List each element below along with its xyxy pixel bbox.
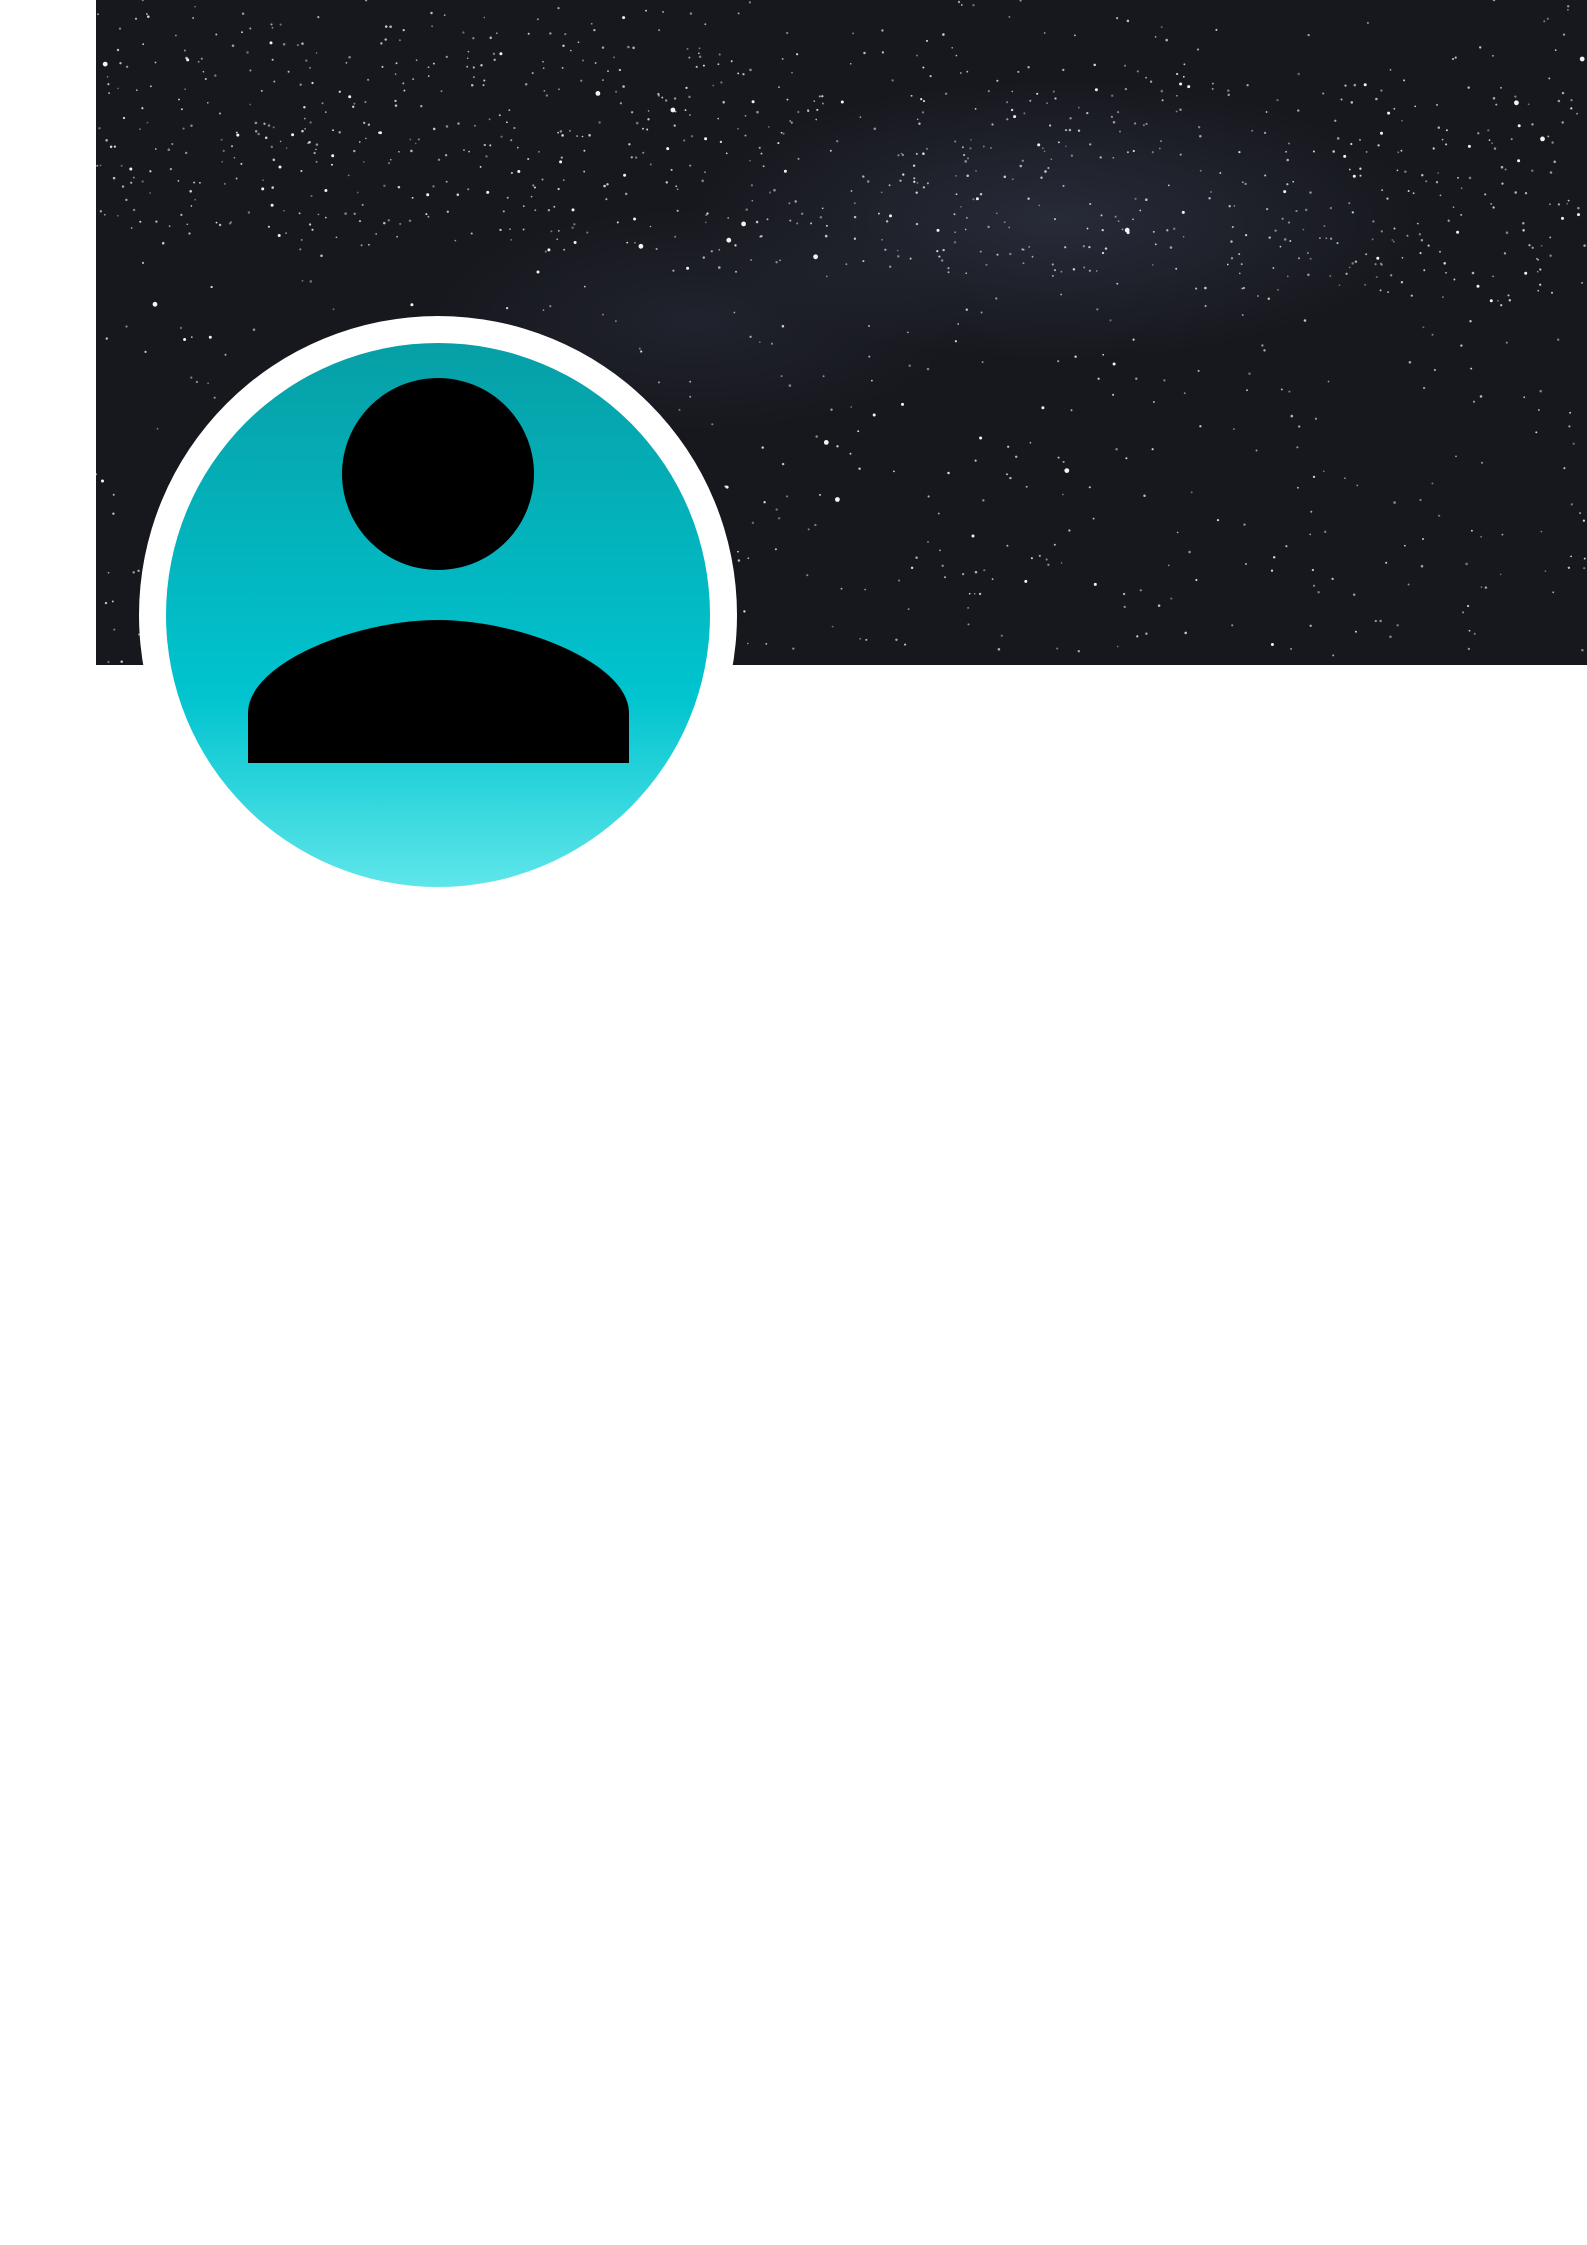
avatar[interactable] [139, 316, 737, 914]
person-head-shape [342, 378, 534, 570]
person-icon [166, 343, 710, 887]
avatar-circle [166, 343, 710, 887]
